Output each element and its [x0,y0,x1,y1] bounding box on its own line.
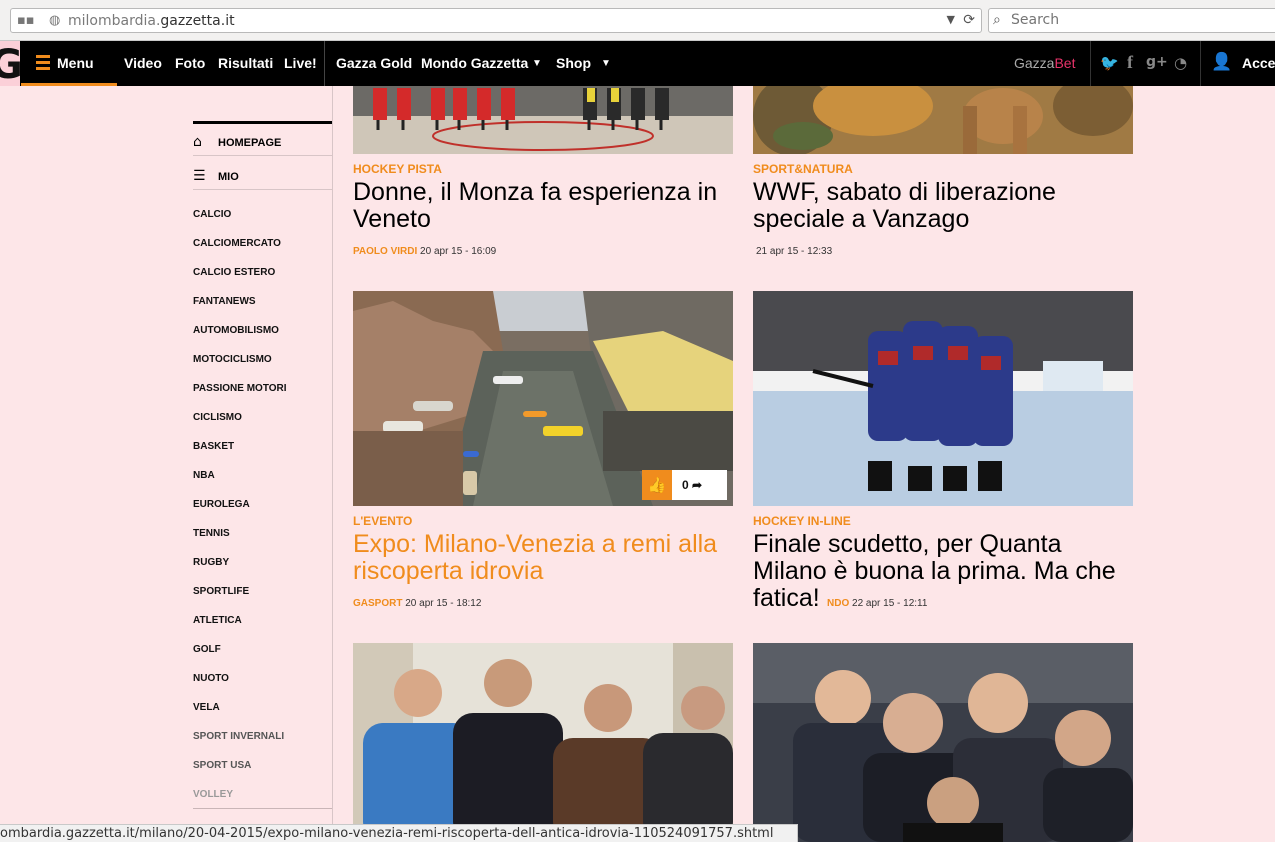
nav-divider [1090,41,1091,86]
article-category[interactable]: HOCKEY PISTA [353,162,442,176]
googleplus-icon[interactable]: g+ [1146,54,1168,70]
article-title[interactable]: Expo: Milano-Venezia a remi alla riscope… [353,531,733,585]
sidebar-top-rule [193,121,332,124]
article-image[interactable]: 👍 0 ➦ [353,291,733,506]
article-meta: 21 apr 15 - 12:33 [756,246,832,257]
sidebar-item-eurolega[interactable]: EUROLEGA [193,499,250,510]
article-meta: NDO 22 apr 15 - 12:11 [827,598,927,609]
article-image[interactable] [753,643,1133,842]
article-image[interactable] [353,86,733,154]
url-dropdown-icon[interactable]: ▼ [947,13,955,26]
sidebar-item-nuoto[interactable]: NUOTO [193,673,229,684]
nav-shop[interactable]: Shop [556,55,591,71]
sidebar-item-atletica[interactable]: ATLETICA [193,615,242,626]
article-meta: PAOLO VIRDI 20 apr 15 - 16:09 [353,246,496,257]
rss-icon[interactable]: ◔ [1174,54,1187,72]
sidebar-bottom-rule [193,808,332,809]
like-widget[interactable]: 👍 0 ➦ [642,470,727,500]
sidebar-item-golf[interactable]: GOLF [193,644,221,655]
sidebar-item-rugby[interactable]: RUGBY [193,557,229,568]
article-image[interactable] [353,643,733,842]
sidebar-item-fantanews[interactable]: FANTANEWS [193,296,256,307]
article-title[interactable]: Finale scudetto, per Quanta Milano è buo… [753,531,1133,612]
sidebar-item-ciclismo[interactable]: CICLISMO [193,412,242,423]
sidebar-homepage[interactable]: ⌂ HOMEPAGE [193,125,332,156]
address-bar[interactable]: ▪▪ ◍ milombardia.gazzetta.it ▼ ⟳ [10,8,982,33]
article-author[interactable]: GASPORT [353,598,402,609]
article-title[interactable]: WWF, sabato di liberazione speciale a Va… [753,179,1133,233]
article-date: 20 apr 15 - 16:09 [420,246,497,257]
sidebar-item-volley[interactable]: VOLLEY [193,789,233,800]
nav-foto[interactable]: Foto [175,55,205,71]
article-title[interactable]: Donne, il Monza fa esperienza in Veneto [353,179,733,233]
sidebar-mio[interactable]: ☰ MIO [193,159,332,190]
article-date: 22 apr 15 - 12:11 [852,598,928,609]
sidebar-item-sport-usa[interactable]: SPORT USA [193,760,251,771]
nav-divider [1200,41,1201,86]
sidebar-item-passione-motori[interactable]: PASSIONE MOTORI [193,383,287,394]
sidebar-item-automobilismo[interactable]: AUTOMOBILISMO [193,325,279,336]
article-category[interactable]: SPORT&NATURA [753,162,853,176]
share-arrow-icon: ➦ [692,478,703,492]
article-category[interactable]: HOCKEY IN-LINE [753,514,851,528]
login-link[interactable]: Acce [1242,55,1275,71]
site-navbar: G Menu Video Foto Risultati Live! Gazza … [0,41,1275,86]
facebook-icon[interactable]: f [1127,52,1133,73]
sidebar-item-vela[interactable]: VELA [193,702,220,713]
caret-down-icon[interactable]: ▼ [532,58,542,69]
sidebar-item-tennis[interactable]: TENNIS [193,528,230,539]
article-image[interactable] [753,291,1133,506]
twitter-icon[interactable]: 🐦 [1100,54,1119,72]
article-date: 20 apr 15 - 18:12 [405,598,482,609]
nav-mondo-gazzetta[interactable]: Mondo Gazzetta [421,55,528,71]
browser-toolbar: ▪▪ ◍ milombardia.gazzetta.it ▼ ⟳ ⌕ [0,0,1275,41]
sidebar-item-nba[interactable]: NBA [193,470,215,481]
sidebar-divider [332,86,333,826]
reload-icon[interactable]: ⟳ [963,12,975,28]
search-box[interactable]: ⌕ [988,8,1275,33]
nav-risultati[interactable]: Risultati [218,55,273,71]
nav-live[interactable]: Live! [284,55,317,71]
sidebar-item-calciomercato[interactable]: CALCIOMERCATO [193,238,281,249]
sidebar-item-sport-invernali[interactable]: SPORT INVERNALI [193,731,284,742]
article-author[interactable]: PAOLO VIRDI [353,246,417,257]
gazzabet-link[interactable]: GazzaBet [1014,55,1075,71]
like-count[interactable]: 0 ➦ [682,478,702,492]
globe-icon: ◍ [49,13,61,28]
gazzetta-logo[interactable]: G [0,41,20,86]
nav-gazza-gold[interactable]: Gazza Gold [336,55,412,71]
sidebar-item-motociclismo[interactable]: MOTOCICLISMO [193,354,272,365]
menu-label: Menu [57,55,94,71]
sidebar-item-calcio-estero[interactable]: CALCIO ESTERO [193,267,275,278]
user-icon[interactable]: 👤 [1211,52,1232,72]
menu-button[interactable]: Menu [21,41,117,86]
sidebar-item-calcio[interactable]: CALCIO [193,209,231,220]
page-icon: ▪▪ [17,13,35,28]
list-icon: ☰ [193,168,206,184]
article-meta: GASPORT 20 apr 15 - 18:12 [353,598,481,609]
home-icon: ⌂ [193,134,202,150]
status-bar: ombardia.gazzetta.it/milano/20-04-2015/e… [0,824,798,842]
search-input[interactable] [1011,12,1261,28]
article-category[interactable]: L'EVENTO [353,514,412,528]
nav-divider [324,41,325,86]
search-icon: ⌕ [993,12,1001,28]
hamburger-icon [36,55,50,73]
caret-down-icon[interactable]: ▼ [601,58,611,69]
nav-video[interactable]: Video [124,55,162,71]
mio-label: MIO [218,171,239,183]
homepage-label: HOMEPAGE [218,137,282,149]
article-author[interactable]: NDO [827,598,849,609]
thumbs-up-icon[interactable]: 👍 [642,470,672,500]
sidebar-item-sportlife[interactable]: SPORTLIFE [193,586,249,597]
address-url[interactable]: milombardia.gazzetta.it [68,13,235,29]
article-image[interactable] [753,86,1133,154]
article-date: 21 apr 15 - 12:33 [756,246,833,257]
sidebar-item-basket[interactable]: BASKET [193,441,234,452]
